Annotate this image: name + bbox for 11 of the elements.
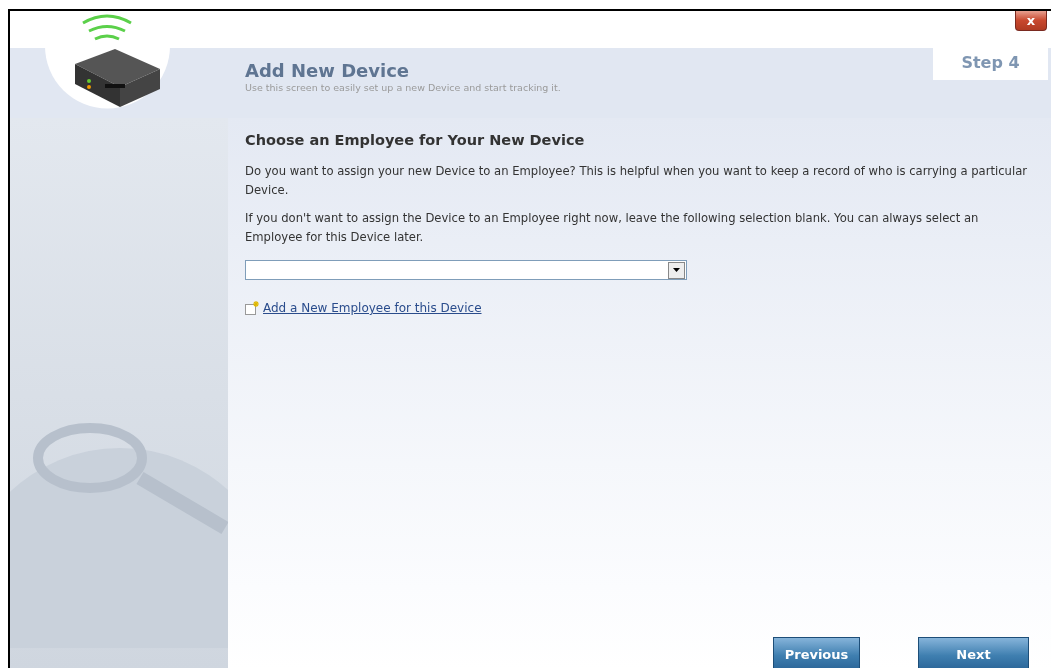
next-button[interactable]: Next (918, 637, 1029, 668)
page-title: Add New Device (245, 60, 411, 81)
add-employee-link[interactable]: Add a New Employee for this Device (263, 301, 482, 315)
instruction-text: Do you want to assign your new Device to an Employee? This is helpful when you want to keep a record of who is carrying a particular Device. (245, 163, 1029, 199)
step-label: Step 4 (933, 48, 1048, 80)
section-heading: Choose an Employee for Your New Device (245, 132, 586, 148)
previous-button[interactable]: Previous (773, 637, 860, 668)
instruction-text: If you don't want to assign the Device to an Employee right now, leave the following selection blank. You can always select an Employee for this Device later. (245, 210, 980, 246)
page-subtitle: Use this screen to easily set up a new Device and start tracking it. (245, 82, 562, 93)
new-document-icon (245, 301, 259, 315)
close-button[interactable]: x (1015, 11, 1047, 31)
